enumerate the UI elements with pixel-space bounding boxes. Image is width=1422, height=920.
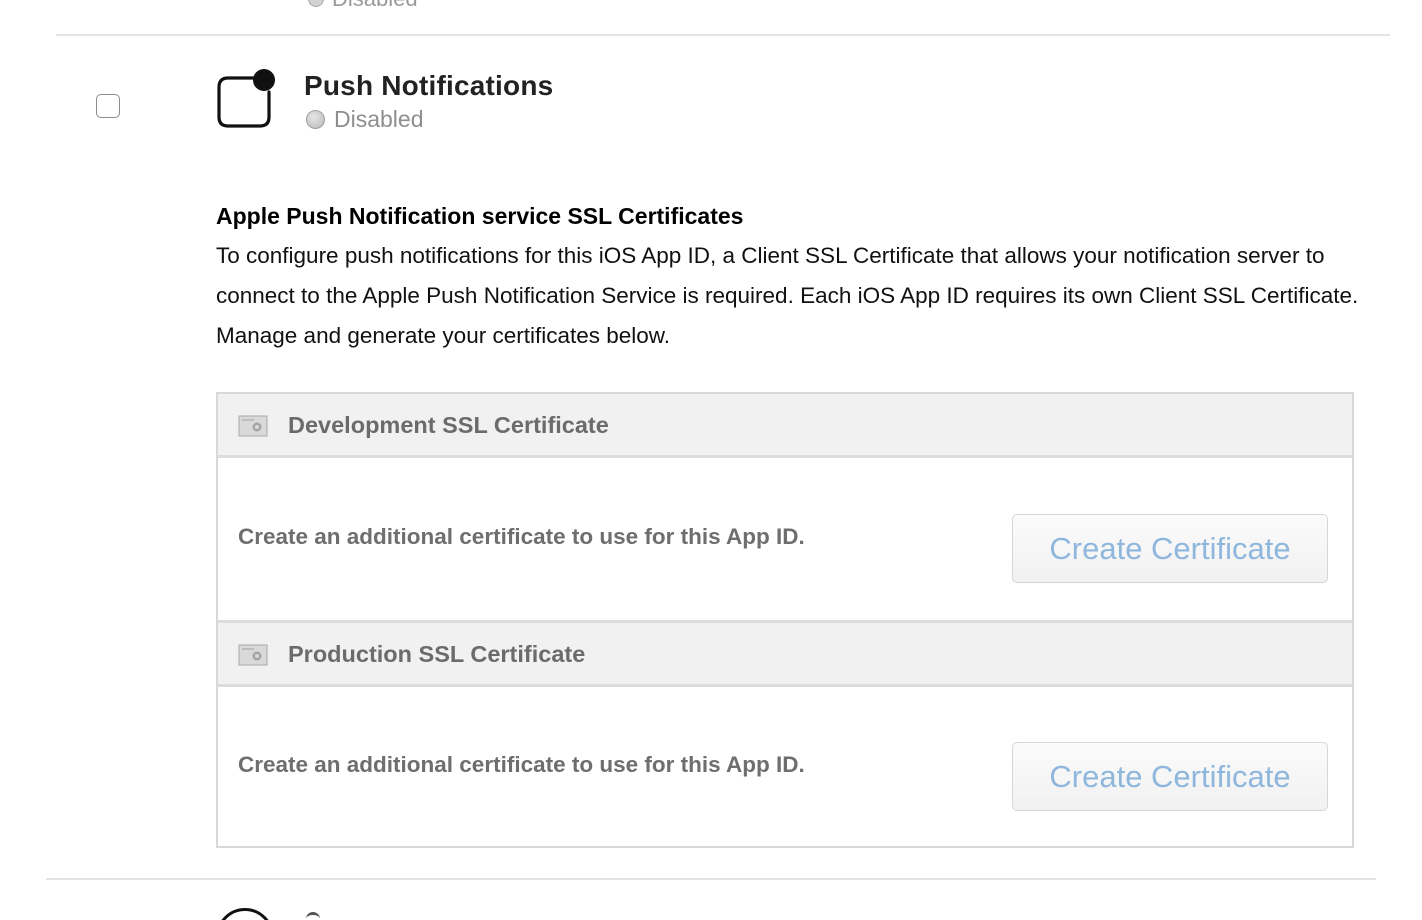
service-title: Push Notifications <box>304 70 554 101</box>
service-status-label: Disabled <box>334 106 424 132</box>
previous-service-status-label: Disabled <box>332 0 418 12</box>
development-certificate-title: Development SSL Certificate <box>288 412 609 438</box>
apns-heading: Apple Push Notification service SSL Cert… <box>216 203 744 229</box>
status-dot-icon <box>308 0 324 7</box>
row-divider <box>46 878 1376 880</box>
production-certificate-title: Production SSL Certificate <box>288 641 586 667</box>
service-status: Disabled <box>306 106 424 133</box>
development-certificate-message: Create an additional certificate to use … <box>238 524 805 549</box>
create-development-certificate-button[interactable]: Create Certificate <box>1012 514 1328 583</box>
previous-service-status: Disabled <box>308 0 418 12</box>
create-production-certificate-button[interactable]: Create Certificate <box>1012 742 1328 811</box>
apns-description: To configure push notifications for this… <box>216 243 1359 348</box>
certificate-icon <box>238 415 268 437</box>
status-dot-icon <box>306 110 325 129</box>
push-notification-icon <box>217 69 275 128</box>
production-certificate-header: Production SSL Certificate <box>218 620 1352 687</box>
production-certificate-message: Create an additional certificate to use … <box>238 752 805 777</box>
next-service-icon <box>216 908 274 920</box>
certificate-icon <box>238 644 268 666</box>
push-notifications-checkbox[interactable] <box>96 94 120 118</box>
certificates-panel: Development SSL Certificate Create an ad… <box>216 392 1354 848</box>
development-certificate-header: Development SSL Certificate <box>218 394 1352 458</box>
app-id-services-page: Disabled Push Notifications Disabled App… <box>0 0 1422 920</box>
next-service-title-fragment <box>306 912 320 920</box>
row-divider <box>56 34 1390 36</box>
